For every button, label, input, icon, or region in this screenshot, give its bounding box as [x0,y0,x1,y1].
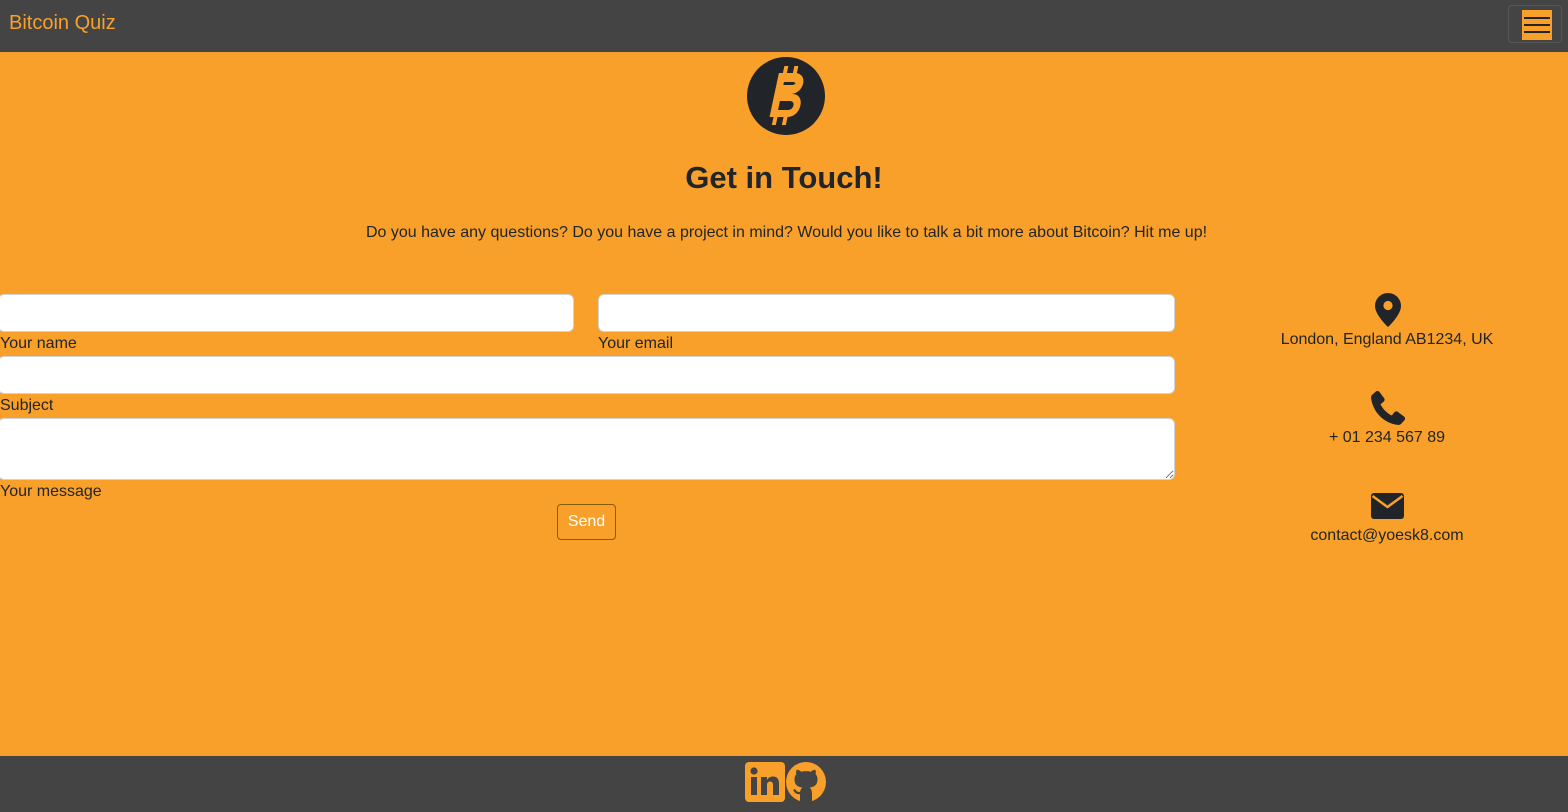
phone-icon [1371,391,1405,425]
menu-toggle-button[interactable] [1508,5,1562,43]
map-marker-icon [1375,293,1401,327]
footer [0,756,1568,812]
message-label: Your message [0,483,102,500]
github-icon [786,762,826,802]
address-text: London, England AB1234, UK [1280,331,1494,348]
navbar: Bitcoin Quiz [0,0,1568,52]
subject-label: Subject [0,397,54,414]
hamburger-menu-icon [1522,10,1552,40]
page-title: Get in Touch! [685,160,883,195]
email-text: contact@yoesk8.com [1310,527,1464,544]
linkedin-link[interactable] [745,762,785,802]
brand-link[interactable]: Bitcoin Quiz [9,12,116,35]
envelope-icon [1371,493,1404,519]
phone-text: + 01 234 567 89 [1328,429,1446,446]
github-link[interactable] [786,762,826,802]
message-textarea[interactable] [0,418,1175,480]
email-label: Your email [598,335,674,352]
bitcoin-logo-icon [747,57,825,135]
send-button[interactable]: Send [557,504,616,540]
subject-input[interactable] [0,356,1175,394]
email-input[interactable] [598,294,1175,332]
linkedin-icon [745,762,785,802]
name-label: Your name [0,335,77,352]
name-input[interactable] [0,294,574,332]
intro-text: Do you have any questions? Do you have a… [365,224,1208,241]
